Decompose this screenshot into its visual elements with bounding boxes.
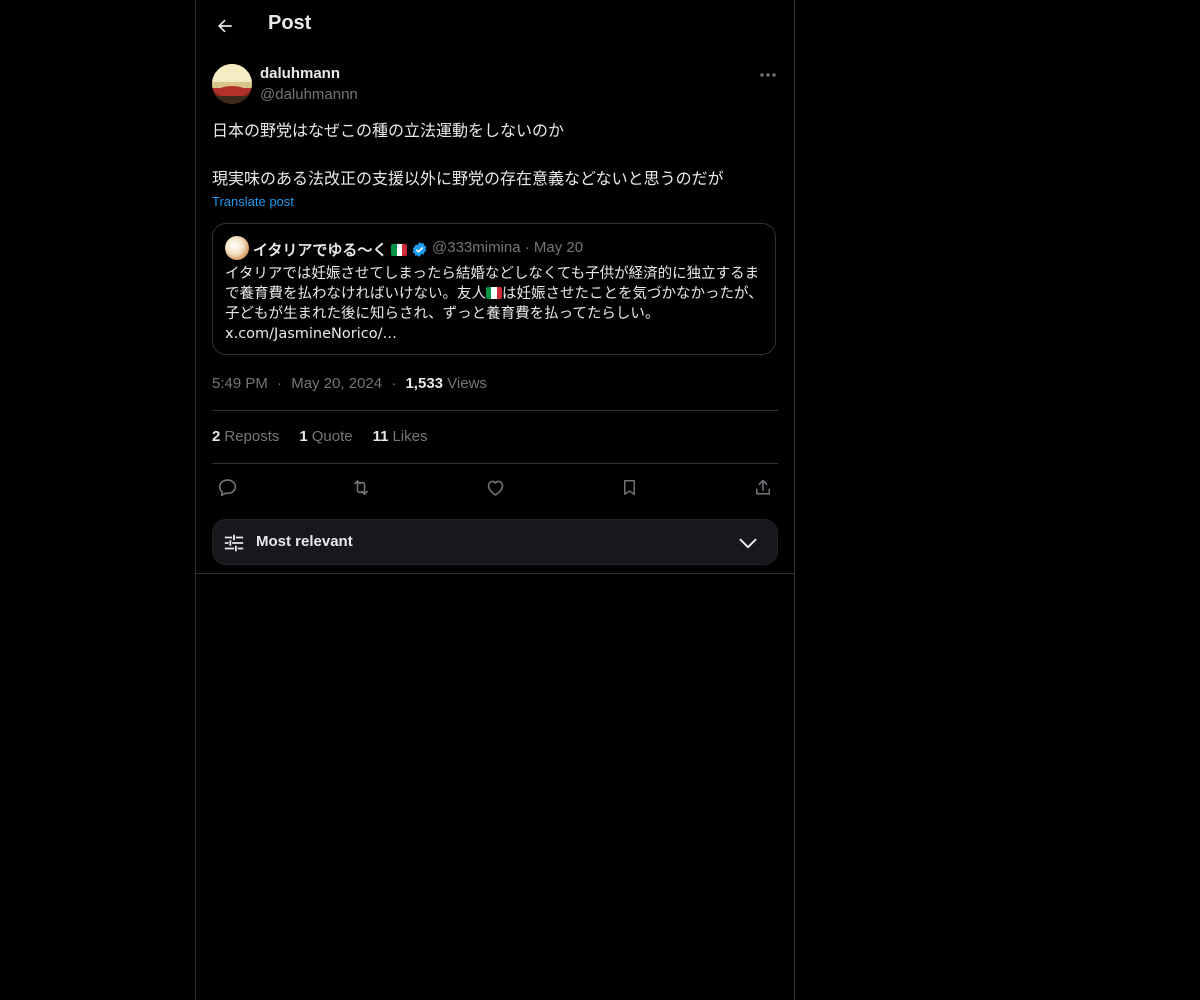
author-name[interactable]: daluhmann	[260, 65, 340, 82]
quoted-post-link[interactable]: x.com/JasmineNorico/…	[225, 324, 765, 344]
more-dots-icon	[760, 73, 776, 77]
quotes-stat[interactable]: 1 Quote	[299, 428, 352, 445]
reposts-label: Reposts	[224, 428, 280, 445]
bookmark-button[interactable]	[614, 474, 644, 500]
reply-sort-dropdown[interactable]: Most relevant	[212, 519, 778, 565]
back-button[interactable]	[208, 9, 242, 43]
quoted-author-name: イタリアでゆる〜く	[253, 241, 388, 259]
verified-badge-icon	[413, 242, 427, 257]
author-avatar[interactable]	[212, 64, 252, 104]
heart-icon	[487, 480, 503, 496]
quotes-count: 1	[299, 428, 308, 445]
reply-icon	[218, 478, 236, 496]
page-header: Post	[196, 0, 794, 53]
quotes-label: Quote	[311, 428, 353, 445]
likes-count: 11	[372, 428, 389, 445]
quoted-author-avatar	[225, 236, 249, 260]
sliders-icon	[224, 534, 244, 552]
action-bar	[212, 474, 778, 500]
post-date[interactable]: May 20, 2024	[291, 375, 382, 392]
main-column: Post daluhmann @daluhmannn 日本の野党はなぜこの種の立…	[195, 0, 795, 1000]
engagement-stats: 2 Reposts 1 Quote 11 Likes	[212, 428, 427, 445]
like-button[interactable]	[480, 474, 510, 500]
avatar-image	[212, 64, 252, 104]
post-time[interactable]: 5:49 PM	[212, 375, 268, 392]
repost-icon	[354, 479, 368, 495]
translate-post-link[interactable]: Translate post	[212, 194, 294, 209]
meta-separator: ·	[391, 375, 397, 392]
quoted-post-text: イタリアでは妊娠させてしまったら結婚などしなくても子供が経済的に独立するまで養育…	[225, 264, 765, 344]
post-text: 日本の野党はなぜこの種の立法運動をしないのか 現実味のある法改正の支援以外に野党…	[212, 121, 724, 188]
divider	[212, 410, 778, 411]
more-options-button[interactable]	[756, 64, 780, 86]
section-divider	[196, 573, 794, 574]
author-handle[interactable]: @daluhmannn	[260, 86, 358, 103]
italy-flag-icon	[391, 243, 408, 256]
reposts-stat[interactable]: 2 Reposts	[212, 428, 279, 445]
share-button[interactable]	[748, 474, 778, 500]
page-title: Post	[268, 12, 312, 34]
quoted-post[interactable]: イタリアでゆる〜く @333mimina · May 20 イタリアでは妊娠させ…	[212, 223, 776, 355]
italy-flag-icon	[486, 287, 502, 299]
reply-button[interactable]	[212, 474, 242, 500]
divider	[212, 463, 778, 464]
quoted-author-name-row: イタリアでゆる〜く	[253, 239, 428, 260]
post-meta: 5:49 PM · May 20, 2024 · 1,533 Views	[212, 375, 487, 392]
views-label: Views	[447, 375, 487, 392]
bookmark-icon	[623, 479, 635, 495]
likes-stat[interactable]: 11 Likes	[373, 428, 428, 445]
repost-button[interactable]	[346, 474, 376, 500]
meta-separator: ·	[277, 375, 283, 392]
views-count: 1,533	[405, 375, 444, 392]
chevron-down-icon	[739, 538, 757, 549]
quoted-handle-date: @333mimina · May 20	[432, 239, 584, 256]
arrow-left-icon	[218, 19, 232, 33]
sort-label: Most relevant	[256, 533, 353, 550]
reposts-count: 2	[212, 428, 221, 445]
likes-label: Likes	[392, 428, 428, 445]
share-icon	[756, 479, 770, 494]
